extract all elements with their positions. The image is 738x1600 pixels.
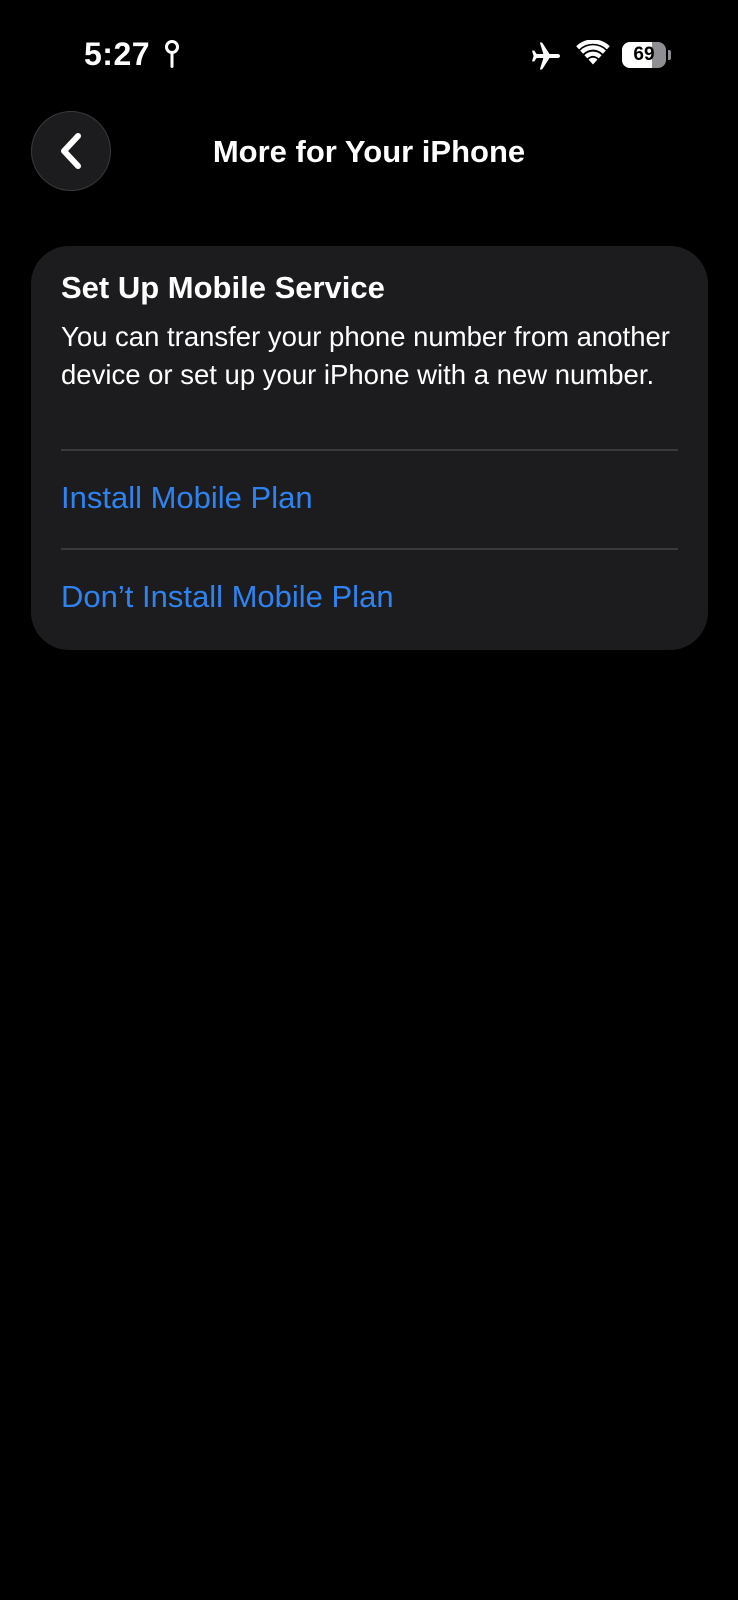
page-title: More for Your iPhone	[212, 134, 526, 169]
airplane-icon	[532, 42, 560, 70]
back-button[interactable]	[31, 111, 111, 191]
install-mobile-plan-label: Install Mobile Plan	[61, 480, 313, 515]
battery-level: 69	[633, 44, 655, 65]
dont-install-mobile-plan-label: Don’t Install Mobile Plan	[61, 579, 394, 614]
chevron-left-icon	[61, 133, 81, 169]
location-pin-icon	[165, 40, 179, 68]
card-description: You can transfer your phone number from …	[61, 321, 670, 390]
card-title: Set Up Mobile Service	[61, 270, 385, 305]
install-mobile-plan-button[interactable]: Install Mobile Plan	[31, 451, 708, 549]
status-time: 5:27	[84, 36, 151, 72]
dont-install-mobile-plan-button[interactable]: Don’t Install Mobile Plan	[31, 550, 708, 648]
battery-icon: 69	[622, 42, 672, 68]
wifi-icon	[576, 40, 610, 65]
status-bar: 5:27 69	[0, 0, 738, 110]
mobile-service-card: Set Up Mobile Service You can transfer y…	[31, 246, 708, 650]
